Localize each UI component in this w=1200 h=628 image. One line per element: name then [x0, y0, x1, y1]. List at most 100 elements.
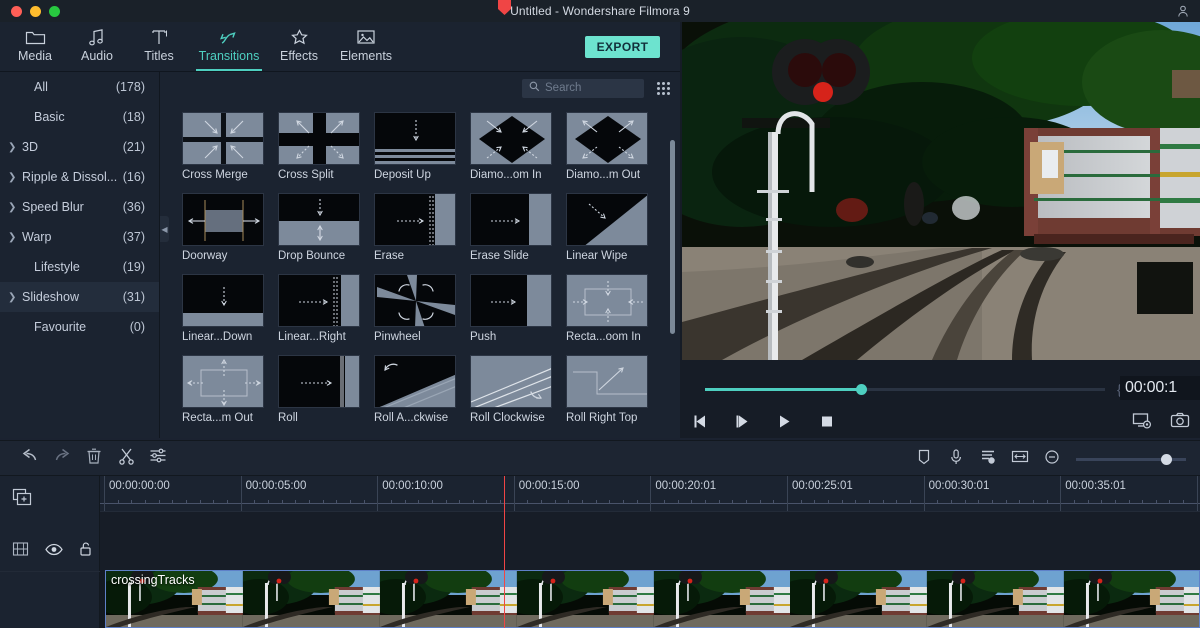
transition-thumbnail-deposit-up[interactable] — [374, 112, 456, 165]
transition-item[interactable]: Pinwheel — [374, 274, 470, 355]
transition-thumbnail-diamond-zoom-in[interactable] — [470, 112, 552, 165]
sidebar-item-ripple-dissol[interactable]: ❯ Ripple & Dissol... (16) — [0, 162, 159, 192]
transition-item[interactable]: Erase Slide — [470, 193, 566, 274]
zoom-out-button[interactable] — [1036, 441, 1068, 477]
video-preview[interactable] — [682, 22, 1200, 360]
transition-item[interactable]: Cross Merge — [182, 112, 278, 193]
transition-thumbnail-linear-wipe[interactable] — [566, 193, 648, 246]
transition-thumbnail-linear-down[interactable] — [182, 274, 264, 327]
transition-thumbnail-erase[interactable] — [374, 193, 456, 246]
transition-item[interactable]: Recta...m Out — [182, 355, 278, 436]
transition-thumbnail-doorway[interactable] — [182, 193, 264, 246]
track-visibility-toggle[interactable] — [45, 543, 63, 561]
transition-item[interactable]: Linear...Down — [182, 274, 278, 355]
sidebar-item-slideshow[interactable]: ❯ Slideshow (31) — [0, 282, 159, 312]
export-button[interactable]: EXPORT — [585, 36, 660, 58]
previous-frame-button[interactable] — [680, 414, 722, 434]
track-lock-toggle[interactable] — [79, 541, 93, 562]
audio-mixer-button[interactable] — [972, 441, 1004, 477]
sidebar-item-3d[interactable]: ❯ 3D (21) — [0, 132, 159, 162]
timeline-clip[interactable]: crossingTracks — [105, 570, 1200, 628]
transition-thumbnail-diamond-zoom-out[interactable] — [566, 112, 648, 165]
sidebar-item-all[interactable]: ❯All(178) — [0, 72, 159, 102]
transition-item[interactable]: Roll — [278, 355, 374, 436]
transition-item[interactable]: Diamo...m Out — [566, 112, 662, 193]
transition-label: Recta...oom In — [566, 331, 641, 343]
redo-button[interactable] — [46, 440, 78, 476]
display-settings-button[interactable] — [1132, 412, 1152, 434]
transition-thumbnail-cross-merge[interactable] — [182, 112, 264, 165]
chevron-right-icon[interactable]: ❯ — [8, 202, 20, 213]
transition-item[interactable]: Roll A...ckwise — [374, 355, 470, 436]
transition-thumbnail-drop-bounce[interactable] — [278, 193, 360, 246]
transition-item[interactable]: Drop Bounce — [278, 193, 374, 274]
fit-timeline-button[interactable] — [1004, 441, 1036, 477]
transition-item[interactable]: Linear...Right — [278, 274, 374, 355]
timeline-empty-track[interactable] — [100, 512, 1200, 570]
transition-thumbnail-pinwheel[interactable] — [374, 274, 456, 327]
split-button[interactable] — [110, 440, 142, 476]
transition-thumbnail-rect-zoom-out[interactable] — [182, 355, 264, 408]
timeline-zoom-slider[interactable] — [1076, 453, 1186, 465]
collapse-sidebar-handle[interactable]: ◀ — [160, 216, 169, 242]
tab-transitions[interactable]: Transitions — [190, 22, 268, 71]
transition-thumbnail-roll[interactable] — [278, 355, 360, 408]
transition-item[interactable]: Push — [470, 274, 566, 355]
settings-button[interactable] — [142, 440, 174, 476]
chevron-right-icon[interactable]: ❯ — [8, 292, 20, 303]
next-frame-button[interactable] — [722, 414, 764, 434]
transition-thumbnail-linear-right[interactable] — [278, 274, 360, 327]
transition-item[interactable]: Deposit Up — [374, 112, 470, 193]
transition-thumbnail-roll-clockwise[interactable] — [470, 355, 552, 408]
transition-item[interactable]: Roll Right Top — [566, 355, 662, 436]
timeline-ruler[interactable]: 00:00:00:00 00:00:05:00 00:00:10:00 00:00:1… — [100, 476, 1200, 512]
timeline-zoom-handle[interactable] — [1161, 453, 1172, 465]
tab-elements[interactable]: Elements — [330, 22, 402, 71]
transitions-scrollbar-thumb[interactable] — [670, 140, 675, 334]
search-input[interactable]: Search — [522, 78, 644, 98]
grid-view-toggle[interactable] — [654, 79, 672, 97]
tab-media[interactable]: Media — [4, 22, 66, 71]
undo-button[interactable] — [14, 440, 46, 476]
chevron-right-icon[interactable]: ❯ — [8, 172, 20, 183]
sidebar-item-favourite[interactable]: ❯Favourite(0) — [0, 312, 159, 342]
snapshot-button[interactable] — [1170, 412, 1190, 434]
transition-item[interactable]: Linear Wipe — [566, 193, 662, 274]
transition-item[interactable]: Diamo...om In — [470, 112, 566, 193]
tab-media-label: Media — [17, 49, 53, 63]
delete-button[interactable] — [78, 440, 110, 476]
marker-button[interactable] — [908, 441, 940, 477]
sidebar-item-basic[interactable]: ❯Basic(18) — [0, 102, 159, 132]
seek-bar[interactable] — [705, 383, 1105, 395]
tab-effects[interactable]: Effects — [268, 22, 330, 71]
transition-thumbnail-roll-right-top[interactable] — [566, 355, 648, 408]
ruler-time-label: 00:00:05:00 — [245, 480, 307, 492]
video-track-row[interactable]: crossingTracks — [100, 570, 1200, 628]
sidebar-item-speed-blur[interactable]: ❯ Speed Blur (36) — [0, 192, 159, 222]
preview-timecode[interactable]: 00:00:1 — [1120, 376, 1200, 400]
play-button[interactable] — [764, 414, 806, 434]
track-thumbnail-toggle[interactable] — [12, 541, 29, 562]
stop-button[interactable] — [806, 414, 848, 434]
transition-thumbnail-push[interactable] — [470, 274, 552, 327]
sidebar-item-warp[interactable]: ❯ Warp (37) — [0, 222, 159, 252]
transitions-scrollbar[interactable] — [670, 140, 675, 438]
tab-titles[interactable]: Titles — [128, 22, 190, 71]
transition-thumbnail-cross-split[interactable] — [278, 112, 360, 165]
transition-item[interactable]: Cross Split — [278, 112, 374, 193]
chevron-right-icon[interactable]: ❯ — [8, 232, 20, 243]
account-icon[interactable] — [1176, 4, 1190, 18]
transition-thumbnail-erase-slide[interactable] — [470, 193, 552, 246]
transition-item[interactable]: Recta...oom In — [566, 274, 662, 355]
transition-thumbnail-rect-zoom-in[interactable] — [566, 274, 648, 327]
tab-audio[interactable]: Audio — [66, 22, 128, 71]
transition-item[interactable]: Roll Clockwise — [470, 355, 566, 436]
record-voiceover-button[interactable] — [940, 441, 972, 477]
transition-item[interactable]: Erase — [374, 193, 470, 274]
chevron-right-icon[interactable]: ❯ — [8, 142, 20, 153]
transition-item[interactable]: Doorway — [182, 193, 278, 274]
add-media-button[interactable] — [12, 488, 34, 513]
seek-handle[interactable] — [856, 383, 867, 395]
transition-thumbnail-roll-anticlockwise[interactable] — [374, 355, 456, 408]
sidebar-item-lifestyle[interactable]: ❯Lifestyle(19) — [0, 252, 159, 282]
